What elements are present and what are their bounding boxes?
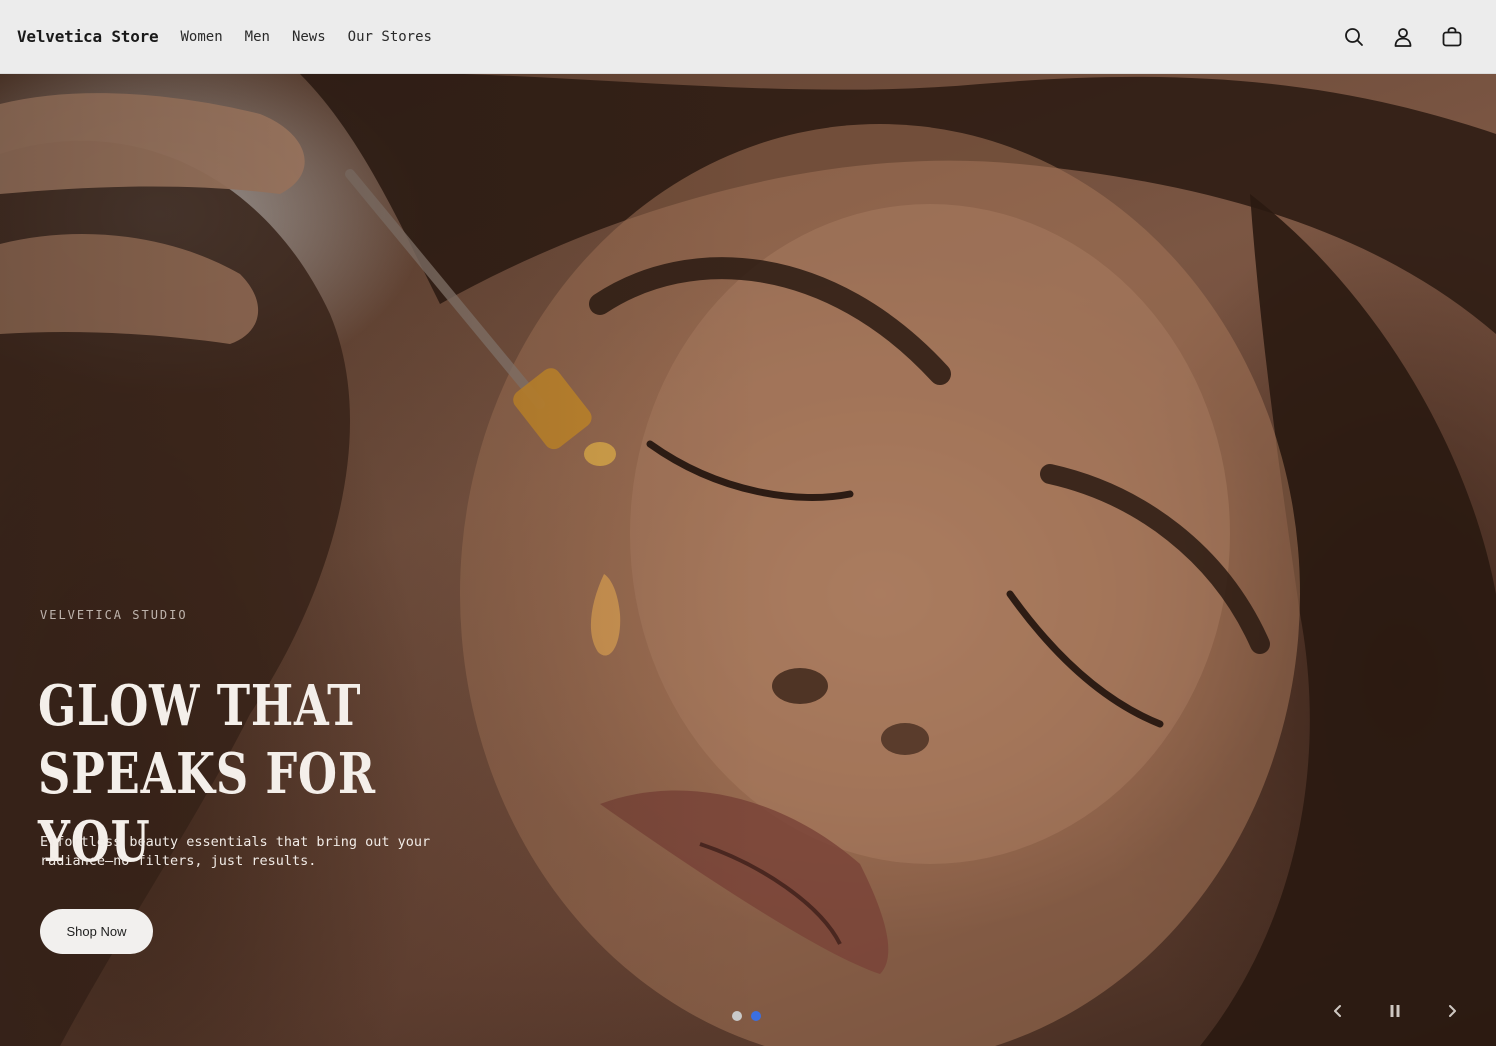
pause-icon[interactable] (1384, 1000, 1406, 1022)
previous-icon[interactable] (1327, 1000, 1349, 1022)
hero-eyebrow: VELVETICA STUDIO (40, 608, 188, 622)
search-icon[interactable] (1343, 26, 1365, 48)
shop-now-button[interactable]: Shop Now (40, 909, 153, 954)
site-header: Velvetica Store Women Men News Our Store… (0, 0, 1496, 74)
hero-banner: VELVETICA STUDIO GLOW THAT SPEAKS FOR YO… (0, 74, 1496, 1046)
hero-subtext: Effortless beauty essentials that bring … (40, 834, 431, 869)
bag-icon[interactable] (1441, 26, 1463, 48)
nav-item-our-stores[interactable]: Our Stores (348, 29, 432, 45)
main-nav: Women Men News Our Stores (181, 29, 432, 45)
nav-item-news[interactable]: News (292, 29, 326, 45)
hero-headline-line-1: GLOW THAT (38, 673, 362, 739)
hero-overlay (0, 74, 760, 1046)
slide-pagination (732, 1011, 761, 1021)
slide-dot-2[interactable] (751, 1011, 761, 1021)
store-logo[interactable]: Velvetica Store (17, 27, 159, 46)
header-actions (1343, 26, 1479, 48)
nav-item-men[interactable]: Men (245, 29, 270, 45)
next-icon[interactable] (1441, 1000, 1463, 1022)
nav-item-women[interactable]: Women (181, 29, 223, 45)
slide-dot-1[interactable] (732, 1011, 742, 1021)
page: Velvetica Store Women Men News Our Store… (0, 0, 1496, 1046)
account-icon[interactable] (1392, 26, 1414, 48)
